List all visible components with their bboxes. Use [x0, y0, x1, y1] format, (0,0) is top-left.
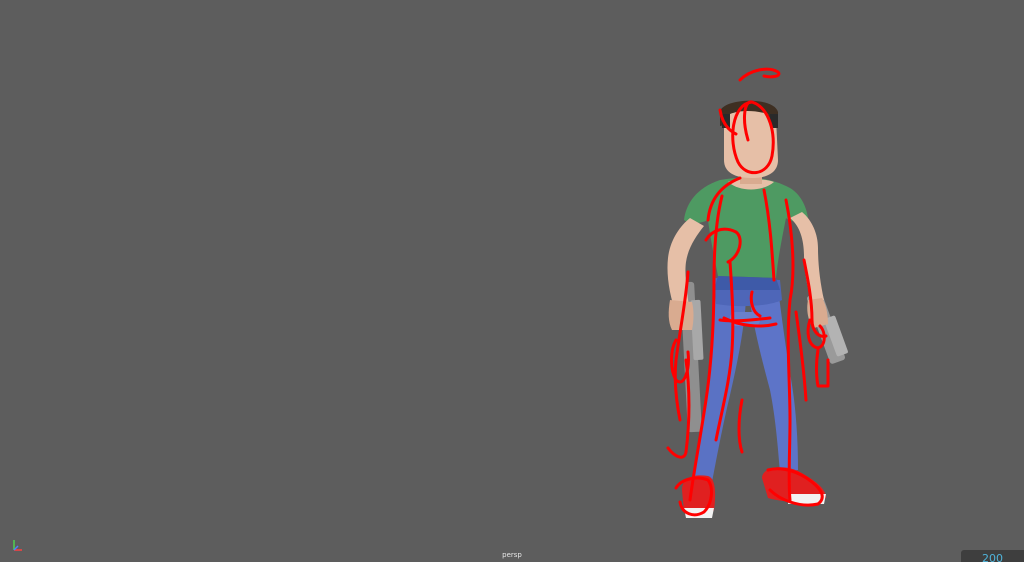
- scene-canvas[interactable]: [0, 0, 1024, 562]
- current-frame-field[interactable]: 200: [961, 550, 1024, 562]
- current-frame-value: 200: [982, 552, 1003, 562]
- torso: [684, 177, 808, 290]
- character-model[interactable]: [667, 100, 848, 518]
- camera-name-label: persp: [502, 551, 522, 559]
- viewport-panel[interactable]: persp 200: [0, 0, 1024, 562]
